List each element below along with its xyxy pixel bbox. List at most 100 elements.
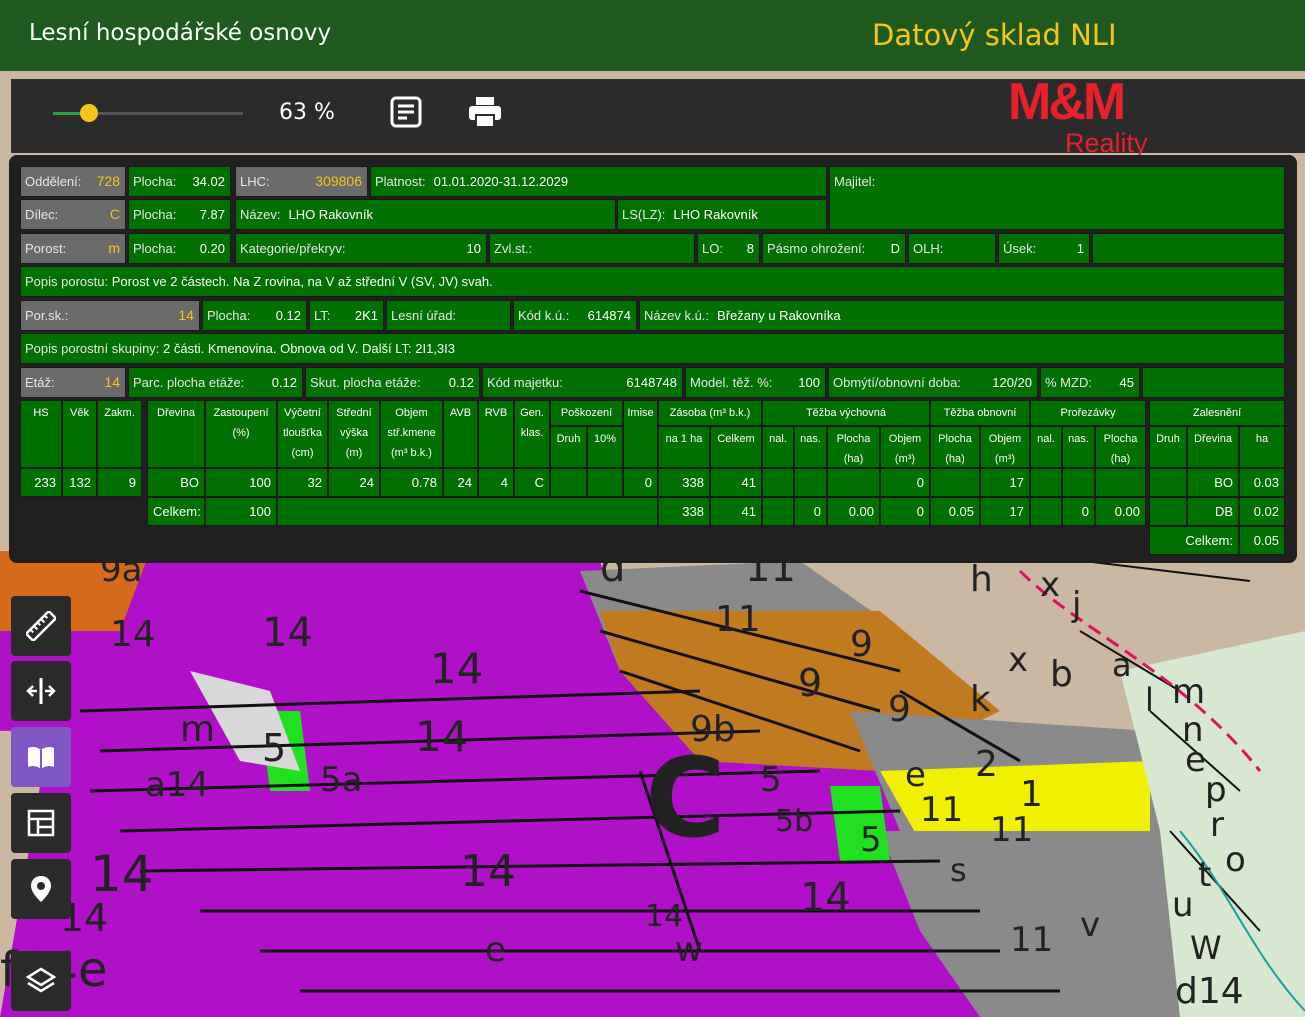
cell-zakm: 9 <box>97 468 142 497</box>
total-tv-objem: 0 <box>880 497 930 526</box>
col-zal-drevina: Dřevina <box>1187 426 1239 468</box>
company-logo: M&M Reality <box>1008 76 1168 160</box>
kod-majetku-cell: Kód majetku: 6148748 <box>482 367 683 398</box>
col-label: výška <box>339 427 369 439</box>
col-unit: (m³) <box>894 453 916 465</box>
col-label: klas. <box>520 427 544 439</box>
total-celkem: 41 <box>710 497 762 526</box>
col-zastoupeni: Zastoupení (%) <box>205 400 277 468</box>
layers-button[interactable] <box>11 951 71 1011</box>
map-label: e <box>1185 740 1206 780</box>
model-tez-cell: Model. těž. %: 100 <box>685 367 826 398</box>
map-label: k <box>970 679 991 720</box>
col-unit: (m³) <box>994 453 1016 465</box>
split-button[interactable] <box>11 661 71 721</box>
map-label: j <box>1071 585 1081 625</box>
col-pr-nas: nas. <box>1062 426 1095 468</box>
col-unit: (cm) <box>291 447 314 459</box>
col-unit: (ha) <box>1110 453 1131 465</box>
ruler-button[interactable] <box>11 596 71 656</box>
map-label: e <box>485 930 506 970</box>
total-tv-plocha: 0.00 <box>827 497 880 526</box>
map-label: 9 <box>888 689 911 730</box>
map-label: 14 <box>800 875 851 921</box>
col-zal-druh: Druh <box>1149 426 1187 468</box>
empty-cell <box>1142 367 1285 398</box>
logo-mark: M&M <box>1008 73 1126 131</box>
total-pr-nal <box>1030 497 1062 526</box>
oddeleni-cell: Oddělení: 728 <box>20 166 126 197</box>
col-label: Plocha <box>938 433 972 445</box>
col-unit: (m) <box>345 447 363 459</box>
map-label: 11 <box>920 790 963 830</box>
col-pr-plocha: Plocha (ha) <box>1095 426 1146 468</box>
col-vycetni: Výčetní tloušťka (cm) <box>277 400 328 468</box>
col-imise: Imise <box>623 400 658 468</box>
print-icon[interactable] <box>467 95 501 129</box>
map-label: x <box>1008 640 1028 680</box>
cell-gen: C <box>514 468 550 497</box>
col-zasoba-celkem: Celkem <box>710 426 762 468</box>
col-zalesneni: Zalesnění <box>1149 400 1285 426</box>
map-label: 5b <box>775 804 813 839</box>
zal-druh <box>1149 468 1187 497</box>
total-label: Celkem: <box>147 497 205 526</box>
book-icon <box>28 746 54 769</box>
layout-button[interactable] <box>11 793 71 853</box>
plocha-porsk-cell: Plocha: 0.12 <box>202 300 307 331</box>
olh-cell: OLH: <box>908 233 996 264</box>
cell-rvb: 4 <box>478 468 514 497</box>
map-label: 14 <box>90 845 154 903</box>
cell-hs: 233 <box>20 468 62 497</box>
map-label: 11 <box>990 810 1033 850</box>
map-label: l <box>1145 681 1154 719</box>
col-gen: Gen. klas. <box>514 400 550 468</box>
col-unit: (ha) <box>945 453 965 465</box>
platnost-cell: Platnost: 01.01.2020-31.12.2029 <box>370 166 827 197</box>
map-label: 14 <box>110 614 156 655</box>
map-label: o <box>1225 840 1246 880</box>
ruler-icon <box>26 611 56 641</box>
col-tezba-vychovna: Těžba výchovná <box>762 400 930 426</box>
total-tv-nal <box>762 497 794 526</box>
map-label: x <box>1040 565 1060 605</box>
map-label: C <box>645 734 726 862</box>
location-button[interactable] <box>11 859 71 919</box>
total-tv-nas: 0 <box>794 497 827 526</box>
kod-ku-cell: Kód k.ú.: 614874 <box>513 300 637 331</box>
cell-tv-nal <box>762 468 794 497</box>
notes-icon[interactable] <box>389 95 423 129</box>
zal-total-label: Celkem: <box>1149 526 1239 555</box>
layers-icon <box>26 967 56 993</box>
col-vek: Věk <box>62 400 97 468</box>
popis-porostu-cell: Popis porostu: Porost ve 2 částech. Na Z… <box>20 266 1285 297</box>
map-label: s <box>950 851 967 889</box>
cell-pr-nas <box>1062 468 1095 497</box>
cell-vycetni: 32 <box>277 468 328 497</box>
col-unit: (ha) <box>843 453 864 465</box>
map-label: 5 <box>262 726 286 770</box>
col-unit: (m³ b.k.) <box>391 447 432 459</box>
col-poskozeni-10: 10% <box>587 426 623 468</box>
cell-pr-plocha <box>1095 468 1146 497</box>
opacity-slider-handle[interactable] <box>79 104 98 122</box>
col-tv-objem: Objem (m³) <box>880 426 930 468</box>
plocha-oddeleni-cell: Plocha: 34.02 <box>128 166 231 197</box>
app-title: Lesní hospodářské osnovy <box>29 20 332 46</box>
cell-vek: 132 <box>62 468 97 497</box>
col-poskozeni-druh: Druh <box>550 426 587 468</box>
map-label: 11 <box>1010 920 1053 960</box>
col-label: Výčetní <box>284 407 321 419</box>
map-label: h <box>970 559 993 600</box>
cell-drevina: BO <box>147 468 205 497</box>
cell-tv-objem: 0 <box>880 468 930 497</box>
col-poskozeni: Poškození <box>550 400 623 426</box>
cell-zastoupeni: 100 <box>205 468 277 497</box>
map-label: b <box>1050 654 1073 695</box>
porsk-cell: Por.sk.: 14 <box>20 300 200 331</box>
plocha-dilec-cell: Plocha: 7.87 <box>128 199 231 230</box>
lo-cell: LO: 8 <box>697 233 760 264</box>
total-na1ha: 338 <box>658 497 710 526</box>
col-zakm: Zakm. <box>97 400 142 468</box>
legend-button[interactable] <box>11 727 71 787</box>
